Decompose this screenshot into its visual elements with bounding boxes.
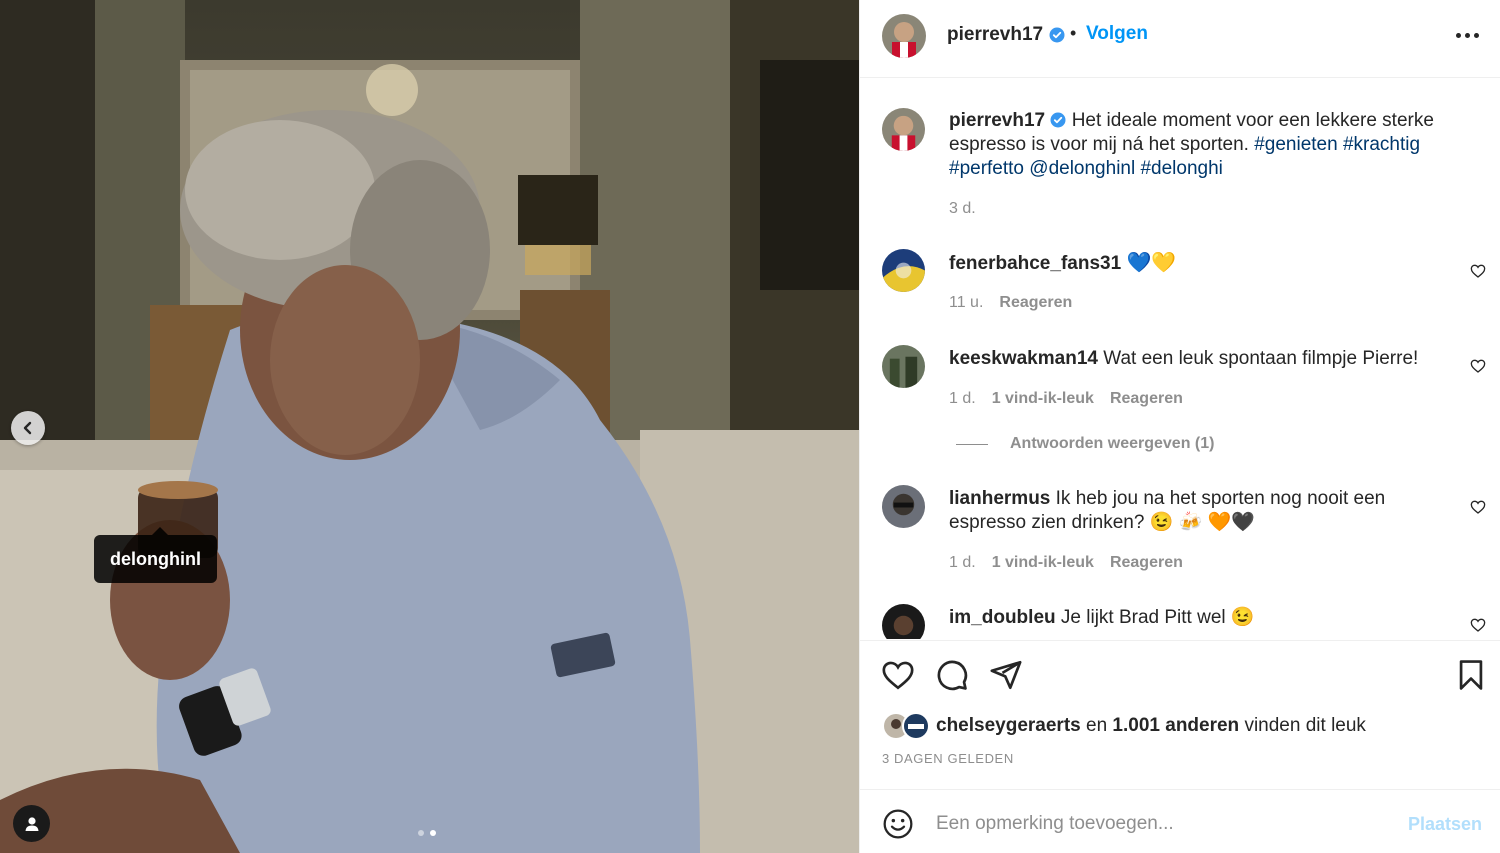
comment-meta: 1 d. 1 vind-ik-leuk Reageren (949, 554, 1183, 572)
header-separator: • (1070, 23, 1077, 43)
reply-button[interactable]: Reageren (1110, 390, 1183, 408)
likes-suffix: vinden dit leuk (1244, 715, 1366, 736)
comment-likes[interactable]: 1 vind-ik-leuk (992, 554, 1094, 572)
comment-avatar[interactable] (882, 249, 925, 292)
post-actions: chelseygeraerts en 1.001 anderen vinden … (860, 640, 1500, 788)
carousel-dot (418, 830, 424, 836)
likes-connector: en (1086, 715, 1108, 736)
comment-username[interactable]: fenerbahce_fans31 (949, 253, 1121, 274)
comment-username[interactable]: im_doubleu (949, 607, 1056, 628)
comment-text: im_doubleu Je lijkt Brad Pitt wel 😉 (949, 606, 1449, 630)
likers-avatars (882, 712, 934, 740)
photo-tag-label: delonghinl (110, 548, 201, 569)
caption-text: pierrevh17 Het ideale moment voor een le… (949, 109, 1449, 181)
reply-button[interactable]: Reageren (999, 294, 1072, 312)
comment-avatar-image (882, 604, 925, 639)
comment-text: fenerbahce_fans31 💙💛 (949, 251, 1449, 276)
heart-icon[interactable] (1470, 358, 1486, 374)
post-comment-button[interactable]: Plaatsen (1408, 814, 1482, 835)
comment-time[interactable]: 1 d. (949, 390, 976, 408)
caption-meta: 3 d. (949, 200, 976, 218)
post-photo[interactable]: delonghinl (0, 0, 859, 853)
photo-tag[interactable]: delonghinl (94, 527, 217, 583)
comment-username[interactable]: lianhermus (949, 488, 1050, 509)
post-header: pierrevh17 • Volgen (860, 0, 1500, 78)
carousel-dot-active (430, 830, 436, 836)
view-replies-label: Antwoorden weergeven (1) (1010, 435, 1215, 452)
comment-time[interactable]: 1 d. (949, 554, 976, 572)
comment-avatar-image (882, 249, 925, 292)
view-replies-button[interactable]: Antwoorden weergeven (1) (956, 435, 1214, 453)
heart-icon[interactable] (1470, 499, 1486, 515)
follow-button[interactable]: Volgen (1086, 23, 1148, 45)
heart-icon[interactable] (1470, 263, 1486, 279)
comment-body: Je lijkt Brad Pitt wel 😉 (1060, 607, 1255, 628)
caption-avatar[interactable] (882, 108, 925, 151)
comment-avatar[interactable] (882, 604, 925, 639)
more-icon (1456, 33, 1461, 38)
comment-body: Wat een leuk spontaan filmpje Pierre! (1103, 348, 1419, 369)
likes-summary: chelseygeraerts en 1.001 anderen vinden … (882, 712, 1366, 740)
comment-text: lianhermus Ik heb jou na het sporten nog… (949, 487, 1419, 535)
tagged-users-button[interactable] (13, 805, 50, 842)
hashtag-link[interactable]: #perfetto (949, 158, 1024, 179)
heart-icon[interactable] (881, 658, 915, 692)
replies-divider (956, 443, 988, 445)
comment-text: keeskwakman14 Wat een leuk spontaan film… (949, 347, 1449, 371)
comment-avatar-image (882, 485, 925, 528)
post-timestamp[interactable]: 3 DAGEN GELEDEN (882, 751, 1014, 766)
verified-badge-icon (1050, 112, 1066, 128)
more-icon-dot (1474, 33, 1479, 38)
caption-avatar-image (882, 108, 925, 151)
heart-icon[interactable] (1470, 617, 1486, 633)
add-comment-bar: Plaatsen (860, 789, 1500, 853)
carousel-indicator (418, 830, 436, 836)
comment-avatar-image (882, 345, 925, 388)
caption-username[interactable]: pierrevh17 (949, 110, 1045, 131)
bookmark-icon[interactable] (1454, 658, 1488, 692)
author-username-text: pierrevh17 (947, 24, 1044, 45)
emoji-icon[interactable] (882, 808, 914, 840)
comment-avatar[interactable] (882, 485, 925, 528)
hashtag-link[interactable]: #genieten (1254, 134, 1337, 155)
more-options-button[interactable] (1456, 33, 1479, 38)
comment-body: 💙💛 (1126, 252, 1177, 274)
user-tag-icon (25, 816, 38, 831)
comment-icon[interactable] (935, 658, 969, 692)
chevron-left-icon (23, 421, 32, 435)
caption-time[interactable]: 3 d. (949, 200, 976, 218)
comments-list[interactable]: pierrevh17 Het ideale moment voor een le… (860, 79, 1500, 639)
photo-scene (0, 0, 859, 853)
instagram-post-view: delonghinl pierrevh17 • Volgen pierrevh1… (0, 0, 1500, 853)
comment-username[interactable]: keeskwakman14 (949, 348, 1098, 369)
more-icon-dot (1465, 33, 1470, 38)
share-icon[interactable] (989, 658, 1023, 692)
liker-avatar-image (904, 714, 928, 738)
post-side-panel: pierrevh17 • Volgen pierrevh17 Het ideal… (859, 0, 1500, 853)
author-avatar-image (882, 14, 926, 58)
hashtag-link[interactable]: #delonghi (1140, 158, 1222, 179)
comment-meta: 1 d. 1 vind-ik-leuk Reageren (949, 390, 1183, 408)
reply-button[interactable]: Reageren (1110, 554, 1183, 572)
comment-meta: 11 u. Reageren (949, 294, 1072, 312)
hashtag-link[interactable]: #krachtig (1343, 134, 1420, 155)
author-username[interactable]: pierrevh17 (947, 24, 1065, 46)
comment-input[interactable] (936, 808, 1376, 840)
mention-link[interactable]: @delonghinl (1029, 158, 1135, 179)
comment-time[interactable]: 11 u. (949, 294, 983, 312)
author-avatar[interactable] (882, 14, 926, 58)
comment-avatar[interactable] (882, 345, 925, 388)
comment-likes[interactable]: 1 vind-ik-leuk (992, 390, 1094, 408)
verified-badge-icon (1049, 27, 1065, 43)
likes-count[interactable]: 1.001 anderen (1112, 715, 1239, 737)
liker-avatar (902, 712, 930, 740)
previous-photo-button[interactable] (11, 411, 45, 445)
liker-username[interactable]: chelseygeraerts (936, 715, 1081, 737)
